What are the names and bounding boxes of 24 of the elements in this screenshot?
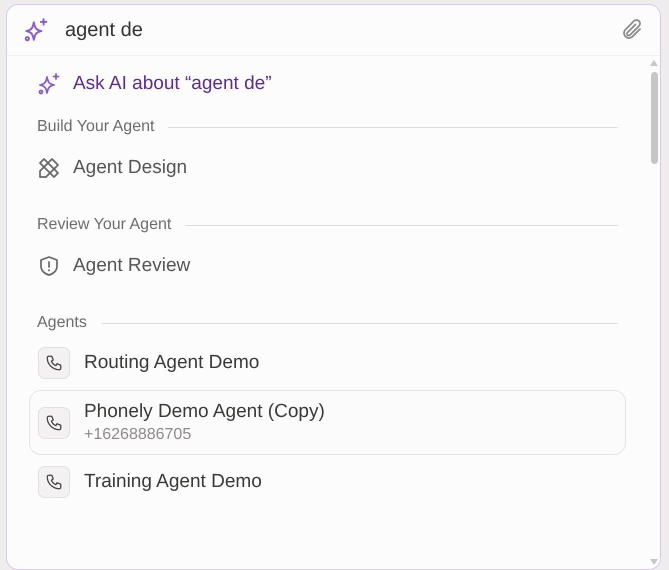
phone-icon	[38, 347, 70, 379]
agent-name: Training Agent Demo	[84, 471, 262, 493]
sparkle-icon	[23, 17, 49, 43]
section-header: Build Your Agent	[37, 118, 154, 136]
section-header: Agents	[37, 314, 87, 332]
scroll-down-arrow-icon[interactable]	[650, 559, 658, 565]
agent-item[interactable]: Routing Agent Demo	[29, 340, 626, 386]
paperclip-icon[interactable]	[620, 18, 644, 42]
scroll-up-arrow-icon[interactable]	[650, 60, 658, 66]
phone-icon	[38, 406, 70, 438]
phone-icon	[38, 466, 70, 498]
phone-number: +16268886705	[84, 426, 192, 444]
ask-ai-item[interactable]: Ask AI about “agent de”	[29, 64, 280, 104]
menu-item[interactable]: Agent Design	[29, 144, 196, 192]
agent-name: Routing Agent Demo	[84, 352, 260, 374]
shield-alert-icon	[37, 254, 61, 278]
agent-item[interactable]: Phonely Demo Agent (Copy) +16268886705	[29, 390, 626, 455]
agent-name: Phonely Demo Agent (Copy)	[84, 401, 325, 423]
section-header: Review Your Agent	[37, 216, 172, 234]
search-field[interactable]: agent de	[65, 18, 604, 42]
sparkle-icon	[37, 72, 61, 96]
menu-item[interactable]: Agent Review	[29, 242, 198, 290]
pencil-ruler-icon	[37, 156, 61, 180]
agent-item[interactable]: Training Agent Demo	[29, 459, 626, 505]
